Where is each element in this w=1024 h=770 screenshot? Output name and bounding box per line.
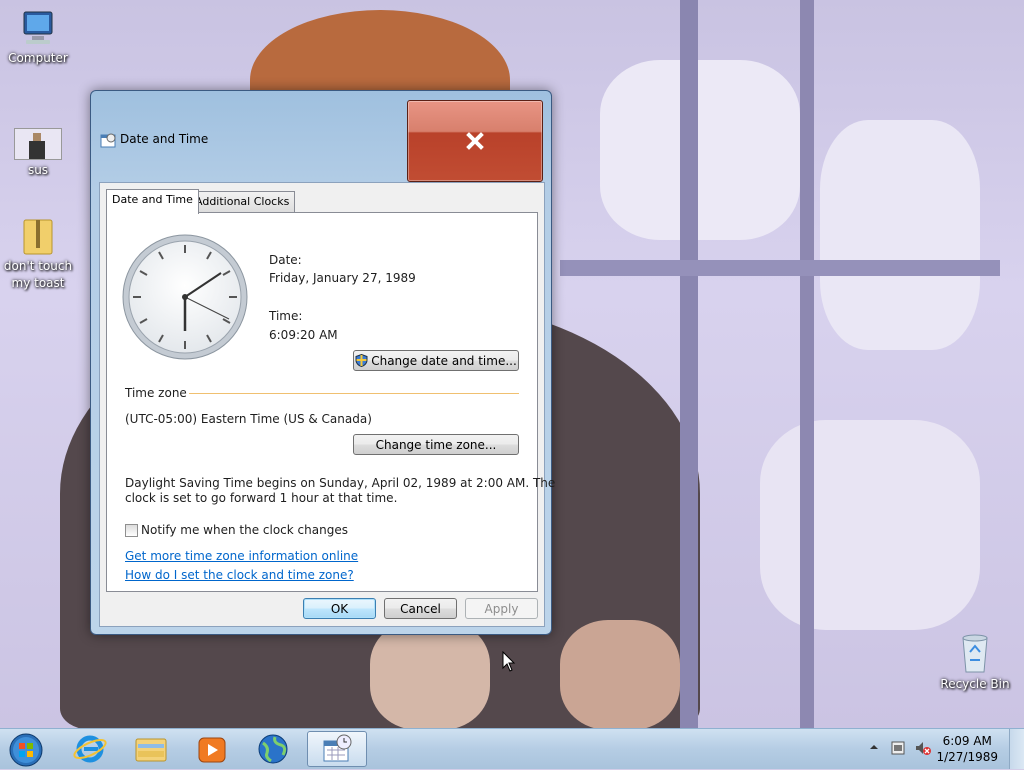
tab-additional-clocks[interactable]: Additional Clocks (189, 191, 296, 213)
computer-icon (18, 8, 58, 48)
show-hidden-icons-button[interactable] (868, 741, 880, 753)
close-button[interactable] (407, 100, 543, 182)
date-time-icon (100, 132, 116, 148)
desktop-icon-label: don't touch my toast (3, 259, 73, 290)
taskbar-date-time[interactable] (307, 731, 367, 767)
dst-info-line2: clock is set to go forward 1 hour at tha… (125, 491, 398, 505)
taskbar-file-explorer[interactable] (123, 731, 179, 767)
tab-panel: Date: Friday, January 27, 1989 Time: 6:0… (106, 212, 555, 592)
image-file-icon (14, 128, 62, 160)
analog-clock (121, 233, 249, 361)
timezone-header: Time zone (125, 386, 187, 400)
file-explorer-icon (135, 738, 167, 762)
desktop-icon-label: Computer (8, 51, 68, 65)
time-value: 6:09:20 AM (269, 328, 338, 342)
start-orb-icon (9, 733, 43, 767)
how-to-set-clock-link[interactable]: How do I set the clock and time zone? (125, 568, 354, 582)
taskbar-network[interactable] (245, 731, 301, 767)
taskbar-media-player[interactable] (184, 731, 240, 767)
date-time-dialog: Date and Time Date and Time Additional C… (90, 90, 555, 635)
notify-checkbox[interactable] (125, 524, 138, 537)
desktop-icon-label: sus (27, 163, 49, 177)
date-label: Date: (269, 253, 302, 267)
ok-button[interactable]: OK (303, 598, 376, 619)
internet-explorer-icon (73, 735, 107, 763)
taskbar-clock[interactable]: 6:09 AM 1/27/1989 (936, 733, 998, 765)
globe-icon (258, 734, 288, 764)
close-icon (466, 132, 484, 150)
dialog-title: Date and Time (120, 132, 209, 146)
dialog-client-area: Date and Time Additional Clocks Date: Fr… (99, 182, 555, 627)
timezone-value: (UTC-05:00) Eastern Time (US & Canada) (125, 412, 372, 426)
media-player-icon (198, 737, 226, 763)
desktop-icon-sus[interactable]: sus (0, 128, 76, 179)
volume-muted-icon (916, 742, 931, 755)
title-bar[interactable]: Date and Time (91, 91, 551, 182)
zip-folder-icon (22, 216, 54, 256)
desktop-icon-computer[interactable]: Computer (0, 8, 76, 67)
tray-action-center[interactable] (890, 740, 906, 756)
desktop-icon-toast[interactable]: don't touch my toast (0, 216, 76, 292)
recycle-bin-icon (957, 632, 993, 674)
taskbar-internet-explorer[interactable] (62, 731, 118, 767)
timezone-divider (189, 393, 519, 394)
desktop-icon-recycle-bin[interactable]: Recycle Bin (937, 632, 1013, 693)
uac-shield-icon (355, 353, 368, 368)
chevron-up-icon (870, 745, 878, 749)
cancel-button[interactable]: Cancel (384, 598, 457, 619)
flag-icon (891, 741, 905, 755)
taskbar: 6:09 AM 1/27/1989 (0, 728, 1024, 769)
change-date-time-label: Change date and time... (371, 354, 517, 368)
mouse-cursor-icon (502, 650, 516, 676)
date-time-app-icon (323, 734, 352, 762)
tab-date-and-time[interactable]: Date and Time (106, 189, 199, 214)
clock-time: 6:09 AM (942, 734, 992, 748)
notify-checkbox-label[interactable]: Notify me when the clock changes (141, 523, 348, 537)
change-date-time-button[interactable]: Change date and time... (353, 350, 519, 371)
show-desktop-button[interactable] (1009, 729, 1024, 769)
desktop-icon-label: Recycle Bin (940, 677, 1010, 691)
date-value: Friday, January 27, 1989 (269, 271, 416, 285)
clock-date: 1/27/1989 (936, 750, 998, 764)
time-label: Time: (269, 309, 303, 323)
change-timezone-button[interactable]: Change time zone... (353, 434, 519, 455)
start-button[interactable] (0, 731, 54, 767)
timezone-info-link[interactable]: Get more time zone information online (125, 549, 358, 563)
dst-info-line1: Daylight Saving Time begins on Sunday, A… (125, 476, 556, 490)
tray-volume[interactable] (914, 740, 932, 756)
apply-button: Apply (465, 598, 538, 619)
